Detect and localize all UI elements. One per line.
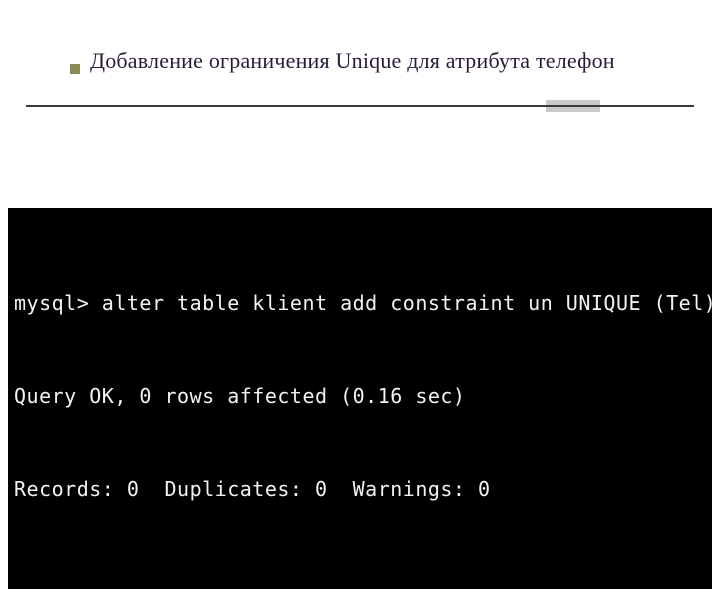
underline-line bbox=[26, 105, 694, 107]
terminal-line: Records: 0 Duplicates: 0 Warnings: 0 bbox=[14, 474, 706, 505]
terminal-line: mysql> alter table klient add constraint… bbox=[14, 288, 706, 319]
title-underline bbox=[0, 100, 720, 112]
mysql-terminal: mysql> alter table klient add constraint… bbox=[8, 208, 712, 589]
slide-title: Добавление ограничения Unique для атрибу… bbox=[90, 48, 615, 74]
square-bullet-icon bbox=[70, 64, 80, 74]
slide: Добавление ограничения Unique для атрибу… bbox=[0, 0, 720, 540]
title-area: Добавление ограничения Unique для атрибу… bbox=[0, 48, 720, 74]
title-row: Добавление ограничения Unique для атрибу… bbox=[70, 48, 680, 74]
terminal-line: Query OK, 0 rows affected (0.16 sec) bbox=[14, 381, 706, 412]
